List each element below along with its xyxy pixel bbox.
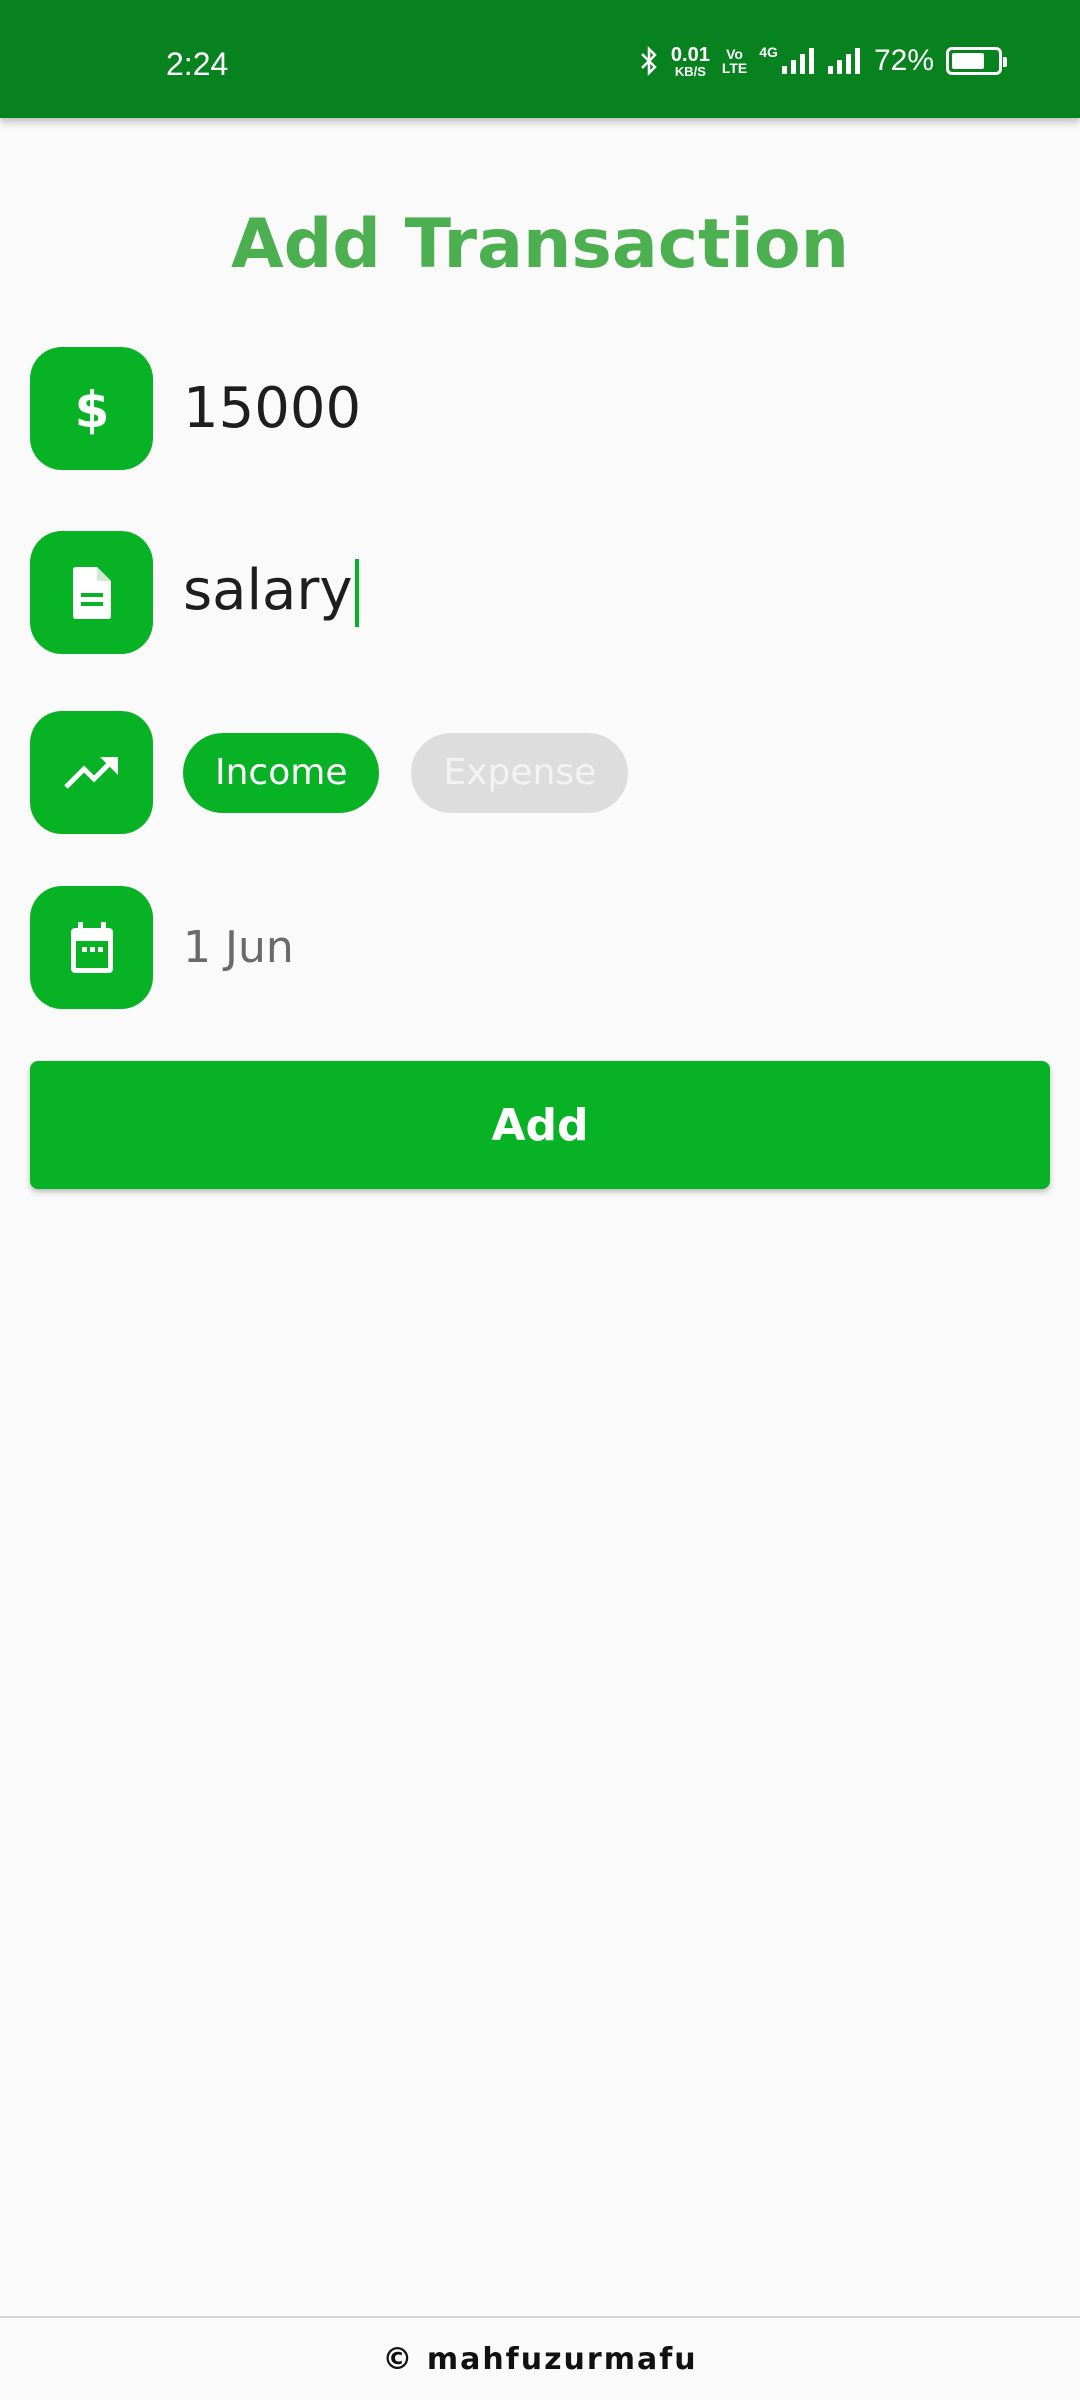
- type-row: Income Expense: [30, 711, 629, 834]
- signal-icon: [827, 48, 860, 74]
- note-input[interactable]: salary: [183, 558, 359, 628]
- status-bar: 2:24 0.01 KB/S Vo LTE 4G 72%: [0, 0, 1080, 118]
- network-type: 4G: [759, 44, 778, 60]
- amount-row: $ 15000: [30, 347, 361, 470]
- volte-indicator: Vo LTE: [722, 47, 747, 75]
- battery-icon: [946, 47, 1007, 75]
- add-button[interactable]: Add: [30, 1061, 1050, 1189]
- svg-text:$: $: [74, 381, 109, 437]
- battery-fill: [952, 53, 984, 69]
- amount-input[interactable]: 15000: [183, 376, 361, 441]
- status-icons: 0.01 KB/S Vo LTE 4G 72%: [639, 44, 1007, 78]
- calendar-icon[interactable]: [30, 886, 153, 1009]
- battery-percent: 72%: [873, 44, 934, 77]
- expense-chip[interactable]: Expense: [411, 732, 629, 813]
- document-icon: [30, 531, 153, 654]
- date-picker-value[interactable]: 1 Jun: [183, 922, 294, 973]
- volte-top: Vo: [726, 46, 743, 62]
- page-title: Add Transaction: [230, 205, 849, 284]
- note-row: salary: [30, 531, 359, 654]
- net-speed-value: 0.01: [670, 43, 710, 66]
- net-speed: 0.01 KB/S: [671, 45, 710, 78]
- date-row: 1 Jun: [30, 886, 294, 1009]
- net-speed-unit: KB/S: [674, 63, 706, 79]
- status-time: 2:24: [166, 46, 229, 82]
- bluetooth-icon: [641, 46, 657, 76]
- income-chip[interactable]: Income: [183, 732, 380, 813]
- volte-bottom: LTE: [721, 60, 748, 76]
- footer-credit: © mahfuzurmafu: [0, 2316, 1080, 2400]
- dollar-icon: $: [30, 347, 153, 470]
- note-input-value: salary: [183, 557, 353, 623]
- text-caret: [354, 559, 359, 628]
- trending-up-icon: [30, 711, 153, 834]
- signal-icon: [781, 48, 814, 74]
